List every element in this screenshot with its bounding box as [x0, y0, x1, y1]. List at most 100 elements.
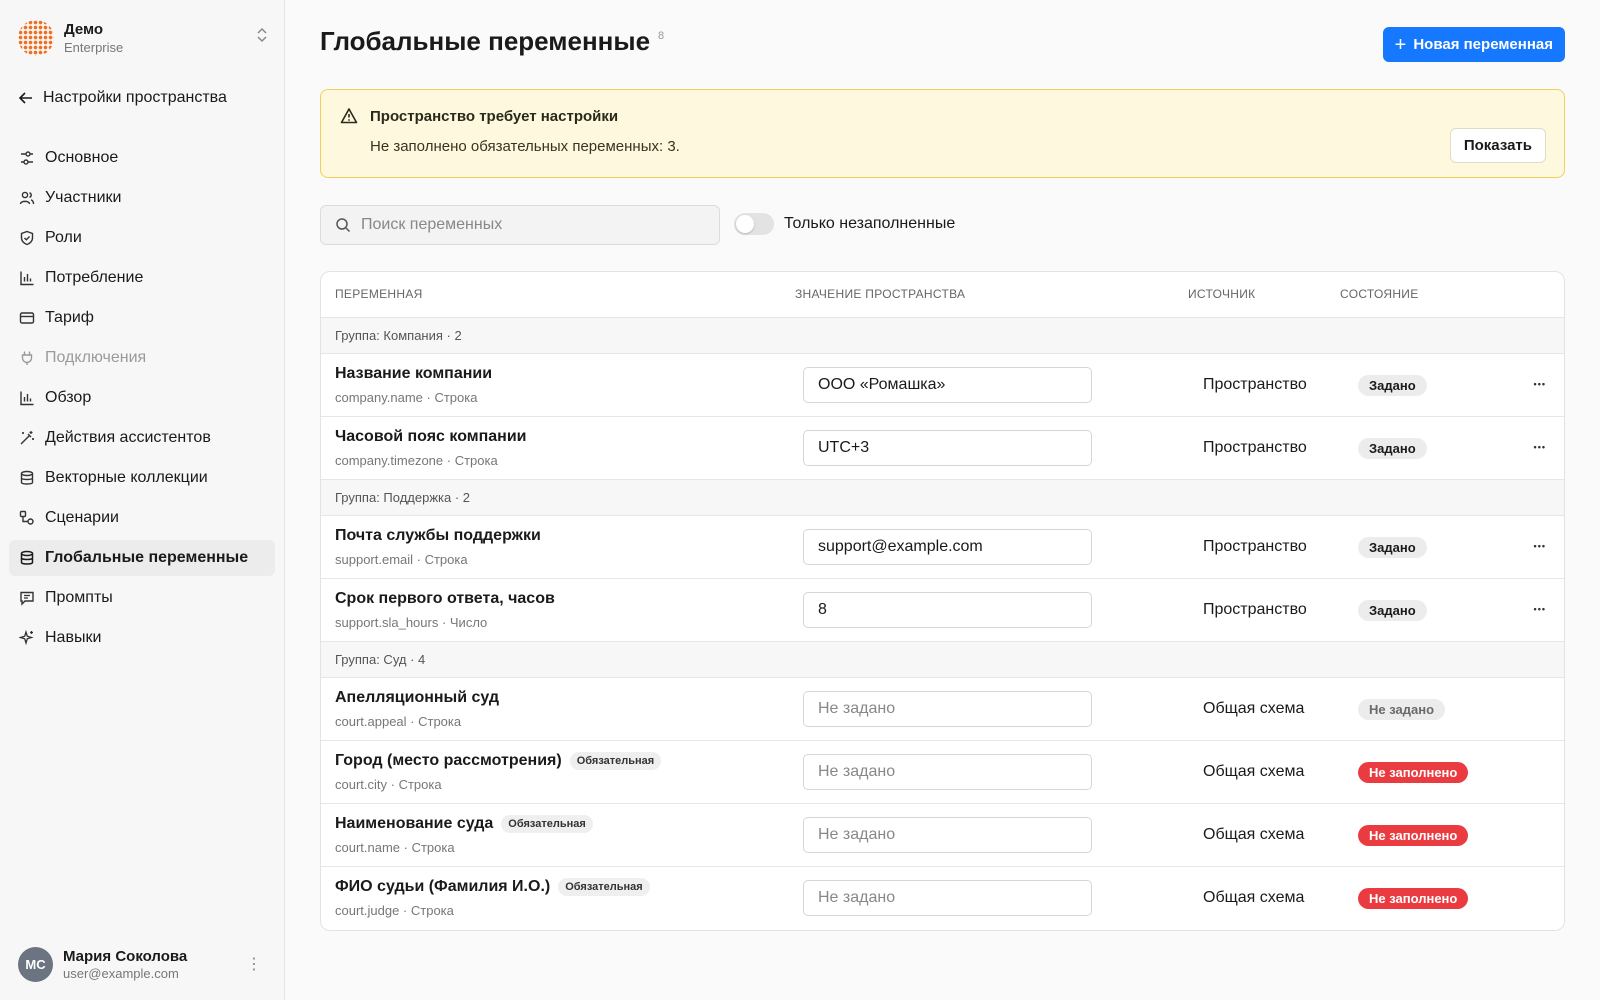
more-horizontal-icon[interactable]: ••• [1534, 442, 1546, 452]
variable-key: company.timezone · Строка [335, 453, 498, 468]
sliders-icon [21, 151, 33, 165]
sidebar-item-vector-collections[interactable]: Векторные коллекции [9, 460, 275, 496]
status-badge: Не заполнено [1358, 762, 1469, 783]
variable-name-cell: Название компании [335, 365, 492, 383]
sidebar-item-members[interactable]: Участники [9, 180, 275, 216]
alert-text: Не заполнено обязательных переменных: 3. [370, 138, 680, 155]
variable-value-input[interactable] [803, 880, 1092, 916]
table-row: Почта службы поддержки support.email · Ст… [321, 516, 1564, 579]
status-badge: Задано [1358, 600, 1427, 621]
variable-name-cell: Город (место рассмотрения) Обязательная [335, 752, 662, 770]
sidebar-item-label: Глобальные переменные [45, 549, 249, 566]
show-button[interactable]: Показать [1449, 128, 1546, 163]
workspace-switcher[interactable]: Демо Enterprise [18, 18, 268, 58]
variable-name: Апелляционный суд [335, 689, 500, 706]
sidebar-item-scenarios[interactable]: Сценарии [9, 500, 275, 536]
variable-source: Пространство [1203, 538, 1307, 555]
user-email: user@example.com [63, 965, 179, 981]
sidebar-item-label: Сценарии [45, 509, 119, 526]
variable-source: Общая схема [1203, 889, 1305, 906]
required-badge: Обязательная [558, 878, 650, 896]
variable-name: Почта службы поддержки [335, 527, 541, 544]
variable-name: ФИО судьи (Фамилия И.О.) [335, 878, 551, 895]
workspace-plan: Enterprise [64, 40, 124, 55]
sidebar-item-skills[interactable]: Навыки [9, 620, 275, 656]
warning-icon [340, 108, 358, 124]
group-header: Группа: Суд · 4 [321, 642, 1564, 678]
sidebar-item-overview[interactable]: Обзор [9, 380, 275, 416]
workflow-icon [19, 510, 34, 525]
sidebar-item-usage[interactable]: Потребление [9, 260, 275, 296]
more-horizontal-icon[interactable]: ••• [1534, 541, 1546, 551]
variable-name-cell: Наименование суда Обязательная [335, 815, 593, 833]
variable-key: support.sla_hours · Число [335, 615, 488, 630]
credit-card-icon [19, 312, 35, 324]
variable-value-input[interactable] [803, 817, 1092, 853]
variable-name-cell: Часовой пояс компании [335, 428, 527, 446]
status-badge: Не задано [1358, 699, 1446, 720]
variable-source: Общая схема [1203, 700, 1305, 717]
sidebar-item-label: Действия ассистентов [45, 429, 211, 446]
more-horizontal-icon[interactable]: ••• [1534, 604, 1546, 614]
sidebar-item-label: Потребление [45, 269, 144, 286]
sidebar-item-roles[interactable]: Роли [9, 220, 275, 256]
page-title: Глобальные переменные 8 [320, 26, 664, 57]
sidebar-item-label: Участники [45, 189, 122, 206]
variable-key: court.appeal · Строка [335, 714, 462, 729]
variable-value-input[interactable] [803, 430, 1092, 466]
more-horizontal-icon[interactable]: ••• [1534, 379, 1546, 389]
variable-key: company.name · Строка [335, 390, 478, 405]
shield-icon [20, 230, 34, 246]
table-row: ФИО судьи (Фамилия И.О.) Обязательная cour… [321, 867, 1564, 930]
variable-source: Пространство [1203, 439, 1307, 456]
variable-name: Город (место рассмотрения) [335, 752, 562, 769]
workspace-logo [18, 20, 54, 56]
variables-table: ПЕРЕМЕННАЯ ЗНАЧЕНИЕ ПРОСТРАНСТВА ИСТОЧНИ… [320, 271, 1565, 931]
user-profile[interactable]: МС Мария Соколова user@example.com ⋮ [18, 946, 268, 982]
variable-value-input[interactable] [803, 592, 1092, 628]
sidebar-item-general[interactable]: Основное [9, 140, 275, 176]
more-vertical-icon[interactable]: ⋮ [246, 954, 262, 974]
variable-name: Срок первого ответа, часов [335, 590, 555, 607]
column-header-workspace-value: ЗНАЧЕНИЕ ПРОСТРАНСТВА [795, 287, 966, 301]
variable-value-input[interactable] [803, 754, 1092, 790]
column-header-status: СОСТОЯНИЕ [1340, 287, 1419, 301]
sidebar-item-global-variables[interactable]: Глобальные переменные [9, 540, 275, 576]
variable-count: 8 [658, 30, 665, 42]
variable-name-cell: ФИО судьи (Фамилия И.О.) Обязательная [335, 878, 650, 896]
table-row: Город (место рассмотрения) Обязательная co… [321, 741, 1564, 804]
sidebar-item-assistant-actions[interactable]: Действия ассистентов [9, 420, 275, 456]
variable-name: Наименование суда [335, 815, 494, 832]
bar-chart-icon [20, 271, 34, 286]
variable-name-cell: Апелляционный суд [335, 689, 499, 707]
unfilled-only-toggle[interactable] [734, 213, 774, 235]
variable-value-input[interactable] [803, 529, 1092, 565]
table-row: Наименование суда Обязательная court.name … [321, 804, 1564, 867]
sidebar-item-tariff[interactable]: Тариф [9, 300, 275, 336]
search-input[interactable] [361, 216, 691, 234]
sidebar-item-label: Основное [45, 149, 119, 166]
status-badge: Не заполнено [1358, 888, 1469, 909]
variable-value-input[interactable] [803, 691, 1092, 727]
variable-source: Общая схема [1203, 763, 1305, 780]
unfilled-only-filter: Только незаполненные [734, 213, 955, 235]
group-label: Группа: Компания · 2 [335, 328, 462, 343]
status-badge: Задано [1358, 438, 1427, 459]
back-to-workspace-settings[interactable]: Настройки пространства [18, 86, 227, 110]
new-variable-label: Новая переменная [1413, 36, 1553, 53]
avatar: МС [18, 946, 53, 982]
variable-source: Пространство [1203, 601, 1307, 618]
plus-icon: + [1394, 33, 1407, 56]
variable-key: court.judge · Строка [335, 903, 454, 918]
sidebar-item-connections[interactable]: Подключения [9, 340, 275, 376]
table-row: Срок первого ответа, часов support.sla_ho… [321, 579, 1564, 642]
chevron-up-down-icon[interactable] [256, 26, 268, 45]
variable-source: Пространство [1203, 376, 1307, 393]
database-icon [20, 550, 34, 565]
search-box [320, 205, 720, 245]
variable-name: Название компании [335, 365, 493, 382]
variable-value-input[interactable] [803, 367, 1092, 403]
new-variable-button[interactable]: + Новая переменная [1382, 27, 1565, 62]
magic-wand-icon [20, 431, 34, 445]
sidebar-item-prompts[interactable]: Промпты [9, 580, 275, 616]
